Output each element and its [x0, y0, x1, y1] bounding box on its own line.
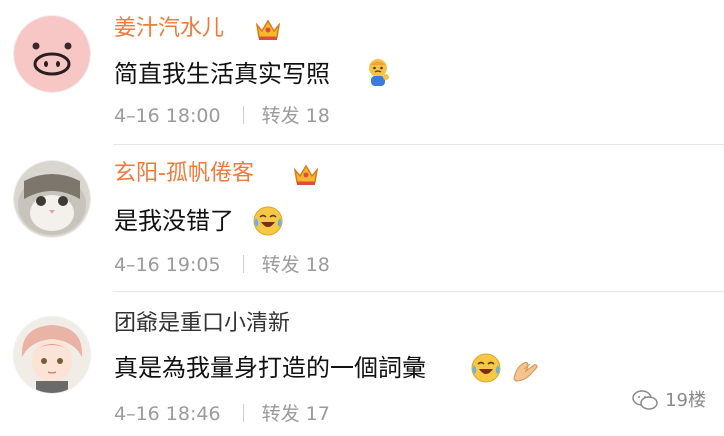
timestamp: 4–16 19:05 [114, 254, 221, 276]
watermark-text: 19楼 [665, 390, 706, 411]
kid-thinking-emoji-icon [369, 59, 389, 86]
cat-avatar-icon [14, 161, 90, 237]
laugh-cry-emoji-icon [253, 206, 283, 236]
vip-crown-icon [293, 164, 319, 185]
timestamp: 4–16 18:00 [114, 105, 221, 127]
username[interactable]: 团爺是重口小清新 [114, 309, 290, 339]
vip-crown-icon [255, 19, 281, 40]
watermark: 19楼 [631, 386, 706, 412]
comment-item: 玄阳-孤帆倦客 是我没错了 4–16 19:05 转发 18 [0, 145, 724, 289]
repost-count: 18 [305, 105, 330, 127]
avatar[interactable] [13, 316, 91, 394]
comment-meta: 4–16 18:46 转发 17 [114, 402, 330, 426]
comment-item: 团爺是重口小清新 真是為我量身打造的一個詞彙 4–16 18:46 转发 17 [0, 292, 724, 436]
username[interactable]: 玄阳-孤帆倦客 [114, 159, 254, 189]
username[interactable]: 姜汁汽水儿 [114, 14, 224, 44]
separator [242, 404, 244, 422]
wechat-icon [632, 390, 658, 410]
avatar[interactable] [13, 160, 91, 238]
comment-text: 简直我生活真实写照 [114, 60, 330, 88]
hands-emoji-icon [513, 361, 538, 382]
separator [242, 106, 244, 124]
repost-button[interactable]: 转发 [262, 403, 300, 425]
repost-button[interactable]: 转发 [262, 254, 300, 276]
comment-item: 姜汁汽水儿 简直我生活真实写照 4–16 18:00 转发 18 [0, 0, 724, 144]
separator [242, 255, 244, 273]
comment-meta: 4–16 18:00 转发 18 [114, 104, 330, 128]
repost-button[interactable]: 转发 [262, 105, 300, 127]
avatar[interactable] [13, 15, 91, 93]
pig-face-avatar-icon [14, 16, 90, 92]
comment-meta: 4–16 19:05 转发 18 [114, 253, 330, 277]
comment-text: 真是為我量身打造的一個詞彙 [114, 354, 426, 382]
repost-count: 17 [305, 403, 330, 425]
repost-count: 18 [305, 254, 330, 276]
comment-text: 是我没错了 [114, 207, 234, 235]
anime-character-avatar-icon [14, 317, 90, 393]
timestamp: 4–16 18:46 [114, 403, 221, 425]
laugh-cry-emoji-icon [471, 353, 501, 383]
